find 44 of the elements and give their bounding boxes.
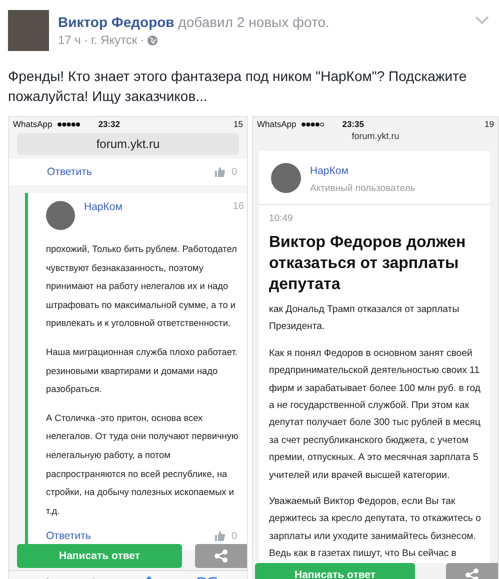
status-time: 23:32 xyxy=(98,119,120,129)
status-time: 23:35 xyxy=(342,119,364,129)
globe-icon xyxy=(147,34,158,46)
reply-link[interactable]: Ответить xyxy=(46,530,91,542)
signal-icon xyxy=(57,122,82,126)
share-icon xyxy=(465,568,479,579)
article-headline: Виктор Федоров должен отказаться от зарплаты депутата xyxy=(269,233,467,295)
address-bar[interactable]: forum.ykt.ru xyxy=(253,131,498,151)
comment-paragraph: А Столичка -это притон, основа всех нелегалов. От туда они получают первичную нелегальную работу, а потом распространяются по всей республике, на стройки, на добычу полезных ископаемых и т.д. xyxy=(46,412,240,518)
signal-icon xyxy=(301,122,326,126)
article-paragraph: как Дональд Трамп отказался от зарплаты Президента. xyxy=(269,303,460,334)
article-paragraph: Как я понял Федоров в основном занят своей предпринимательской деятельностью своих 11 фирм и зарабатывает более 100 млн руб. в год а не государственной службой. При этом как депутат получает боле 300 тыс рублей в месяц за счет республиканского бюджета, с учетом премии, отпускных. А это месячная зарплата 5 учителей или врачей высшей категории. xyxy=(269,346,482,483)
comment-date: 16 xyxy=(232,201,245,212)
user-photo-placeholder xyxy=(46,201,75,230)
location-link[interactable]: г. Якутск xyxy=(90,33,138,47)
like-count: 0 xyxy=(231,530,237,542)
comment-paragraph: Наша миграционная служба плохо работает. резиновыми квартирами и домами надо разобраться. xyxy=(46,346,238,396)
share-icon xyxy=(214,549,228,564)
username-link[interactable]: НарКом xyxy=(310,165,348,177)
chevron-down-icon[interactable] xyxy=(475,16,489,25)
address-bar[interactable]: forum.ykt.ru xyxy=(17,133,239,155)
comment-paragraph: прохожий, Только бить рублем. Работодател чувствуют безнаказанность, поэтому принимают на работу нелегалов их и надо штрафовать по максимальной сумме, а то и привлекать и к уголовной ответственности. xyxy=(46,243,238,330)
post-text: Френды! Кто знает этого фантазера под ником "НарКом"? Подскажите пожалуйста! Ищу заказчиков... xyxy=(8,67,468,106)
phone-screenshot[interactable] xyxy=(8,116,248,579)
user-photo-placeholder xyxy=(271,162,301,192)
status-app: WhatsApp xyxy=(13,119,52,129)
share-button[interactable] xyxy=(195,544,247,568)
thumbs-up-icon[interactable] xyxy=(215,167,226,177)
like-count: 0 xyxy=(231,166,237,178)
username-link[interactable]: НарКом xyxy=(84,201,122,213)
author-link[interactable]: Виктор Федоров xyxy=(58,14,174,30)
post-time: 10:49 xyxy=(269,213,294,224)
separator-dot: · xyxy=(140,33,144,47)
post-action: добавил 2 новых фото. xyxy=(178,14,330,30)
phone-screenshot[interactable] xyxy=(252,116,499,579)
post-time-link[interactable]: 17 ч xyxy=(58,33,81,47)
reply-link[interactable]: Ответить xyxy=(47,166,92,178)
status-app: WhatsApp xyxy=(257,119,296,129)
thumbs-up-icon[interactable] xyxy=(215,531,226,542)
separator-dot: · xyxy=(84,33,88,47)
article-paragraph: Уважаемый Виктор Федоров, если Вы так держитесь за кресло депутата, то откажитесь о зарплаты или уходите занимайтесь бизнесом. Ведь как в газетах пишут, что Вы сейчас в xyxy=(269,495,482,562)
battery-level: 19 xyxy=(484,119,494,129)
battery-level: 15 xyxy=(234,119,243,129)
user-role: Активный пользователь xyxy=(310,183,416,194)
